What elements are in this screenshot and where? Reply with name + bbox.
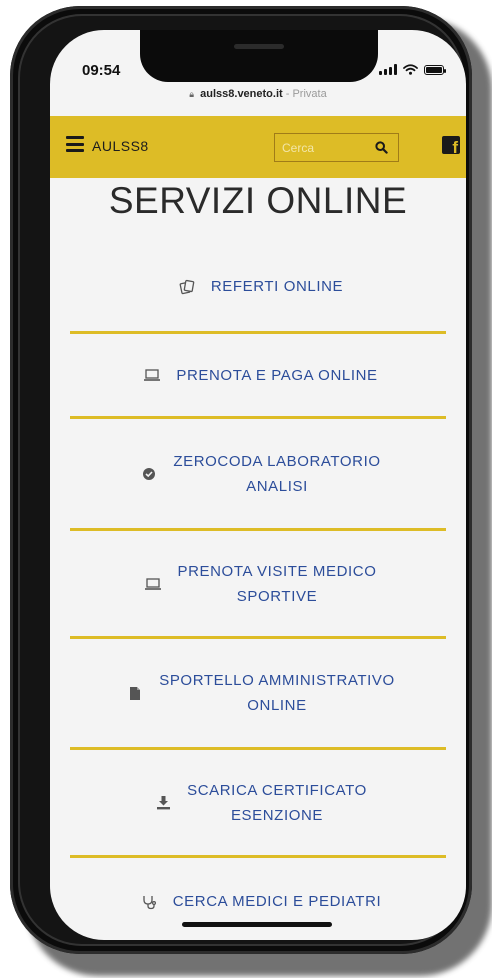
search-button[interactable]: [364, 134, 398, 161]
service-label-line1: SPORTELLO AMMINISTRATIVO: [159, 672, 395, 689]
browsing-mode: Privata: [292, 88, 327, 100]
service-label-line2: ANALISI: [246, 477, 308, 495]
service-label: CERCA MEDICI E PEDIATRI: [172, 893, 382, 910]
download-icon: [149, 795, 177, 810]
laptop-icon: [139, 577, 167, 591]
service-cerca-medici[interactable]: CERCA MEDICI E PEDIATRI: [70, 858, 446, 940]
service-label: SCARICA CERTIFICATO ESENZIONE: [187, 778, 367, 828]
phone-frame: 09:54 🔒︎ aulss8.veneto.it - Privata AULS…: [10, 6, 472, 954]
services-list: REFERTI ONLINE PRENOTA E PAGA ONLINE ZER…: [70, 242, 446, 940]
service-label-line2: ONLINE: [247, 697, 307, 714]
speaker-grille: [234, 44, 284, 49]
service-zerocoda[interactable]: ZEROCODA LABORATORIO ANALISI: [70, 419, 446, 531]
service-label-line1: PRENOTA VISITE MEDICO: [177, 562, 377, 580]
search-icon: [374, 141, 388, 154]
service-prenota-paga[interactable]: PRENOTA E PAGA ONLINE: [70, 334, 446, 419]
stethoscope-icon: [135, 894, 163, 910]
service-label: SPORTELLO AMMINISTRATIVO ONLINE: [159, 668, 395, 718]
lock-icon: 🔒︎: [189, 89, 195, 99]
url-separator: -: [282, 88, 293, 100]
service-label: REFERTI ONLINE: [210, 278, 344, 295]
service-label: ZEROCODA LABORATORIO ANALISI: [173, 449, 380, 499]
search-box: [274, 133, 399, 162]
url-domain: aulss8.veneto.it: [200, 88, 283, 100]
page-title: SERVIZI ONLINE: [108, 180, 408, 221]
home-indicator[interactable]: [182, 922, 332, 927]
service-label-line1: ZEROCODA LABORATORIO: [173, 452, 381, 470]
service-label-line2: ESENZIONE: [230, 806, 324, 824]
service-label: PRENOTA E PAGA ONLINE: [176, 366, 378, 384]
service-certificato-esenzione[interactable]: SCARICA CERTIFICATO ESENZIONE: [70, 750, 446, 858]
wifi-icon: [403, 64, 418, 75]
cellular-signal-icon: [379, 64, 397, 75]
documents-icon: [173, 279, 201, 295]
brand-logo-text[interactable]: AULSS8: [92, 138, 149, 154]
service-label-line1: SCARICA CERTIFICATO: [187, 781, 367, 799]
facebook-icon[interactable]: f: [442, 136, 460, 154]
file-icon: [121, 686, 149, 701]
battery-icon: [424, 64, 446, 75]
status-icons: [379, 64, 446, 75]
service-visite-sportive[interactable]: PRENOTA VISITE MEDICO SPORTIVE: [70, 531, 446, 639]
service-label: PRENOTA VISITE MEDICO SPORTIVE: [177, 559, 376, 609]
service-sportello-amministrativo[interactable]: SPORTELLO AMMINISTRATIVO ONLINE: [70, 639, 446, 750]
circle-check-icon: [135, 467, 163, 481]
service-referti-online[interactable]: REFERTI ONLINE: [70, 242, 446, 334]
address-bar[interactable]: 🔒︎ aulss8.veneto.it - Privata: [50, 88, 466, 100]
notch: [140, 30, 378, 82]
status-time: 09:54: [82, 62, 121, 79]
menu-icon[interactable]: [66, 136, 84, 152]
search-input[interactable]: [280, 139, 368, 156]
site-header: AULSS8 f: [50, 116, 466, 178]
laptop-icon: [138, 368, 166, 382]
phone-screen: 09:54 🔒︎ aulss8.veneto.it - Privata AULS…: [50, 30, 466, 940]
service-label-line2: SPORTIVE: [236, 587, 318, 605]
